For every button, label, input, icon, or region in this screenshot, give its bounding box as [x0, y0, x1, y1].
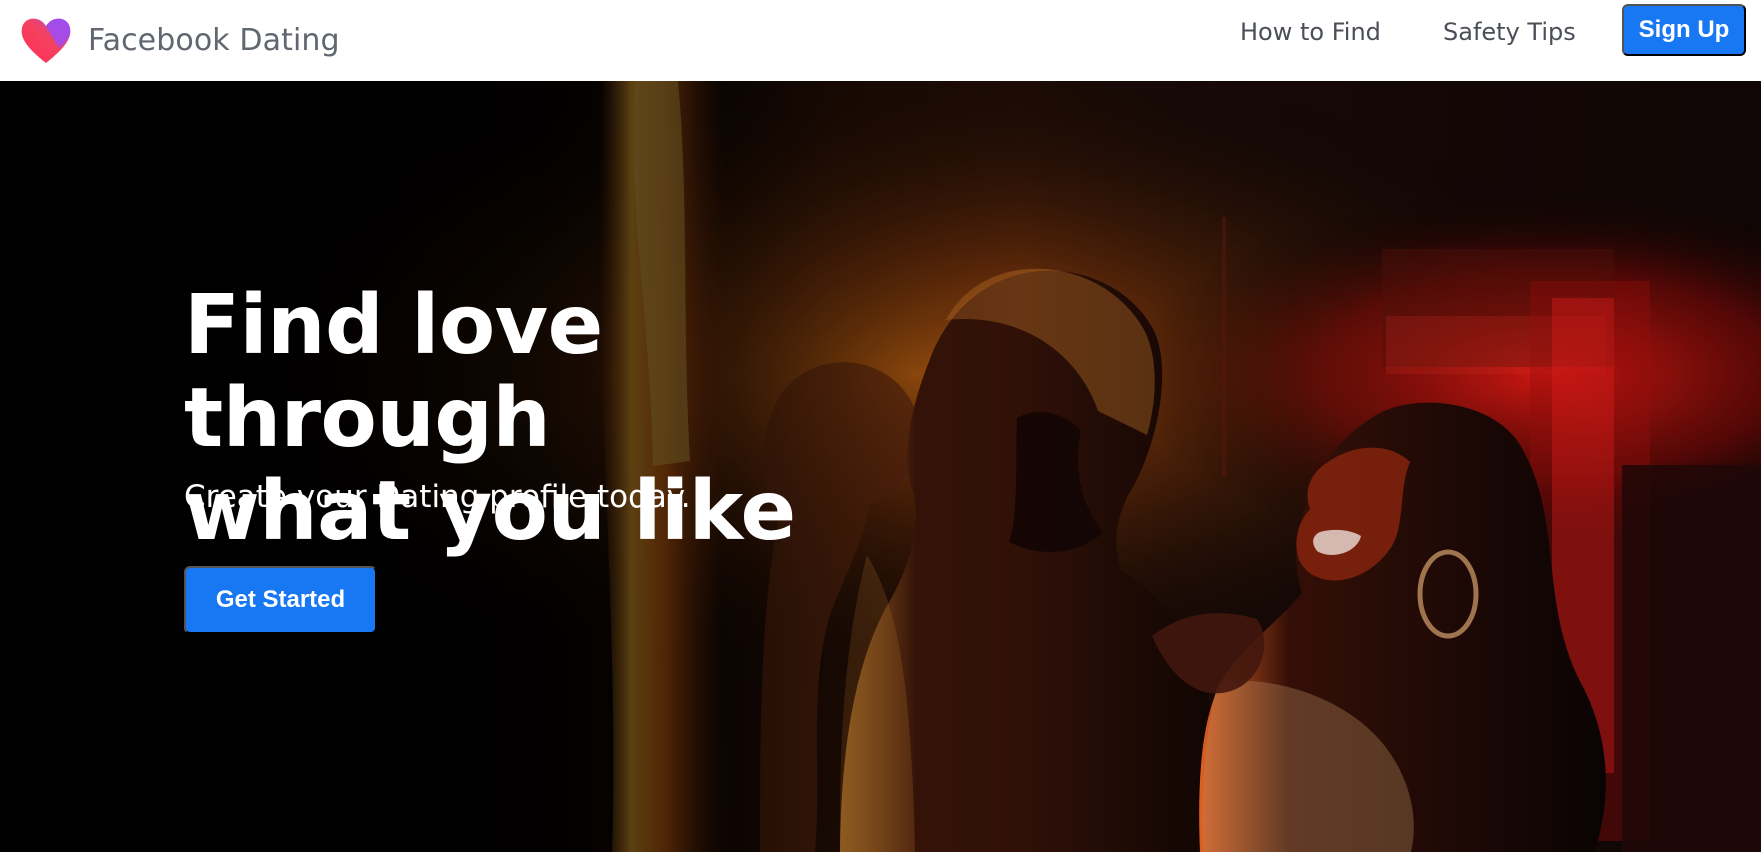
hero-subtitle: Create your Dating profile today. [184, 479, 691, 515]
top-navigation-bar: Facebook Dating How to Find Safety Tips … [0, 0, 1761, 81]
get-started-button[interactable]: Get Started [184, 566, 377, 634]
brand-name: Facebook Dating [88, 22, 340, 58]
hero-section: Find love through what you like Create y… [0, 81, 1761, 852]
nav-link-how-to-find[interactable]: How to Find [1240, 14, 1381, 50]
hero-headline-line-1: Find love through [184, 278, 603, 466]
nav-link-safety-tips[interactable]: Safety Tips [1443, 14, 1576, 50]
sign-up-button[interactable]: Sign Up [1622, 4, 1746, 56]
heart-icon [21, 18, 71, 63]
hero-headline: Find love through what you like [184, 279, 944, 558]
brand[interactable]: Facebook Dating [19, 14, 340, 66]
